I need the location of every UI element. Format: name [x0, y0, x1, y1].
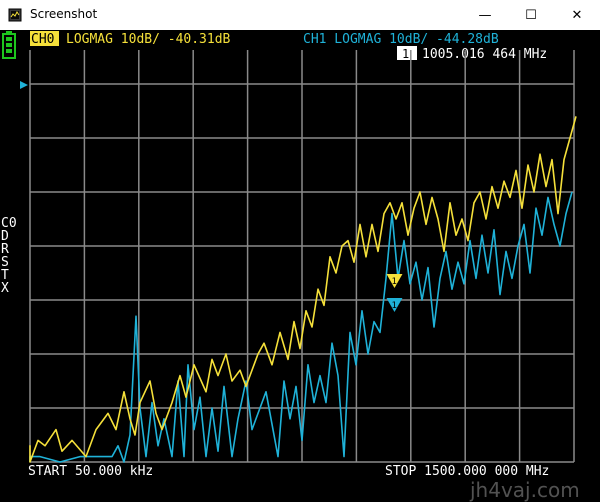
analyzer-display: CH0 LOGMAG 10dB/ -40.31dB CH1 LOGMAG 10d… [1, 31, 577, 479]
trace-markers: 11 [386, 274, 403, 312]
traces [29, 116, 577, 463]
reference-level-icon [20, 81, 28, 89]
start-frequency: START 50.000 kHz [28, 464, 153, 479]
battery-icon [2, 31, 16, 59]
minimize-icon: — [478, 7, 492, 23]
side-menu-item[interactable]: X [1, 281, 9, 296]
side-menu: C0DRSTX [1, 216, 17, 296]
ch0-info: LOGMAG 10dB/ -40.31dB [66, 32, 231, 47]
marker-readout: 1005.016 464 MHz [422, 47, 547, 62]
maximize-button[interactable]: ☐ [508, 0, 554, 30]
stop-frequency: STOP 1500.000 000 MHz [385, 464, 549, 479]
watermark: jh4vaj.com [470, 478, 580, 502]
ch0-tag: CH0 [31, 32, 54, 47]
maximize-icon: ☐ [525, 7, 537, 23]
minimize-button[interactable]: — [462, 0, 508, 30]
ch1-info: CH1 LOGMAG 10dB/ -44.28dB [303, 32, 499, 47]
trace-ch0 [29, 116, 577, 463]
analyzer-screen[interactable]: CH0 LOGMAG 10dB/ -40.31dB CH1 LOGMAG 10d… [0, 30, 600, 502]
marker-badge-number: 1 [402, 47, 409, 61]
close-button[interactable]: ✕ [554, 0, 600, 30]
app-icon [8, 8, 22, 22]
window-titlebar: Screenshot — ☐ ✕ [0, 0, 600, 31]
marker-ch0-number: 1 [391, 277, 396, 287]
marker-ch1-number: 1 [391, 301, 396, 311]
window-title: Screenshot [30, 7, 98, 21]
graticule [29, 50, 575, 463]
close-icon: ✕ [571, 7, 583, 23]
